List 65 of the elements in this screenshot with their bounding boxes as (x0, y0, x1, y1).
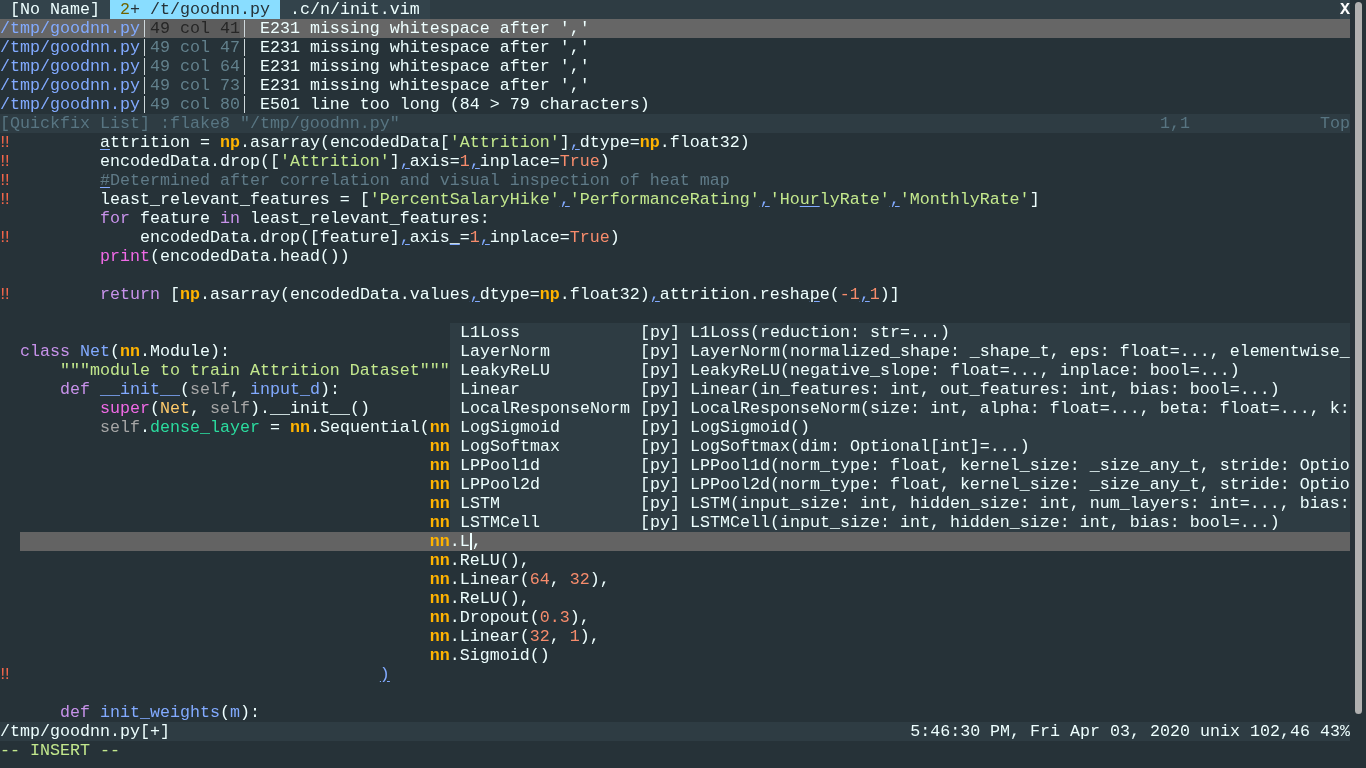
quickfix-title: [Quickfix List] :flake8 "/tmp/goodnn.py" (0, 114, 401, 133)
quickfix-entry[interactable]: /tmp/goodnn.py 49 col 64 E231 missing whitespace after ',' (0, 57, 1350, 76)
completion-item[interactable]: LogSigmoid [py] LogSigmoid() (450, 418, 1350, 437)
cursor-position: 1,1 (1160, 114, 1191, 133)
code-line: nn (429, 494, 450, 513)
code-line: for feature in least_relevant_features: (99, 209, 490, 228)
code-line: nn.Dropout(0.3), (429, 608, 590, 627)
code-line: ) (379, 665, 390, 684)
error-sign: ‼ (0, 133, 10, 152)
completion-item[interactable]: LocalResponseNorm [py] LocalResponseNorm(size: int, alpha: float=..., beta: float=..., k: (450, 399, 1350, 418)
tab[interactable]: 2+ /t/goodnn.py (109, 0, 280, 19)
cursor-position: 102,46 (1250, 722, 1310, 741)
quickfix-entry[interactable]: /tmp/goodnn.py 49 col 73 E231 missing whitespace after ',' (0, 76, 1350, 95)
tab[interactable]: .c/n/init.vim (279, 0, 430, 19)
completion-item[interactable]: LSTMCell [py] LSTMCell(input_size: int, hidden_size: int, bias: bool=...) (450, 513, 1350, 532)
code-line: nn (429, 437, 450, 456)
code-line: print(encodedData.head()) (99, 247, 350, 266)
code-line: def __init__(self, input_d): (60, 380, 340, 399)
code-line: , (471, 532, 482, 551)
tab[interactable]: [No Name] (0, 0, 110, 19)
code-line: nn.Linear(64, 32), (429, 570, 610, 589)
error-sign: ‼ (0, 665, 10, 684)
completion-item[interactable]: LeakyReLU [py] LeakyReLU(negative_slope: float=..., inplace: bool=...) (450, 361, 1350, 380)
completion-item[interactable]: Linear [py] Linear(in_features: int, out_features: int, bias: bool=...) (450, 380, 1350, 399)
date-time: 5:46:30 PM, Fri Apr 03, 2020 (910, 722, 1191, 741)
code-line: nn.Sigmoid() (429, 646, 550, 665)
code-line: self.dense_layer = nn.Sequential(nn (99, 418, 450, 437)
code-line: nn.L (429, 532, 470, 551)
code-line: super(Net, self).__init__() (99, 399, 370, 418)
quickfix-entry[interactable]: /tmp/goodnn.py 49 col 80 E501 line too long (84 > 79 characters) (0, 95, 1350, 114)
error-sign: ‼ (0, 285, 10, 304)
file-format: unix (1200, 722, 1240, 741)
scroll-position: Top (1320, 114, 1350, 133)
code-line: return [np.asarray(encodedData.values,dtype=np.float32),attrition.reshape(-1,1)] (99, 285, 900, 304)
scrollbar-thumb[interactable] (1355, 2, 1362, 714)
error-sign: ‼ (0, 152, 10, 171)
completion-item[interactable]: L1Loss [py] L1Loss(reduction: str=...) (450, 323, 1350, 342)
code-line: """module to train Attrition Dataset""" (60, 361, 450, 380)
error-sign: ‼ (0, 190, 10, 209)
code-line: attrition = np.asarray(encodedData['Attrition'],dtype=np.float32) (99, 133, 750, 152)
code-line: least_relevant_features = ['PercentSalaryHike','PerformanceRating','HourlyRate','MonthlyRate'] (99, 190, 1040, 209)
code-line: class Net(nn.Module): (20, 342, 230, 361)
error-sign: ‼ (0, 228, 10, 247)
code-line: encodedData.drop(['Attrition'],axis=1,inplace=True) (99, 152, 610, 171)
completion-item[interactable]: LPPool2d [py] LPPool2d(norm_type: float, kernel_size: _size_any_t, stride: Optio (450, 475, 1350, 494)
scroll-percent: 43% (1320, 722, 1350, 741)
code-line: nn (429, 456, 450, 475)
completion-item[interactable]: LPPool1d [py] LPPool1d(norm_type: float, kernel_size: _size_any_t, stride: Optio (450, 456, 1350, 475)
completion-item[interactable]: LayerNorm [py] LayerNorm(normalized_shape: _shape_t, eps: float=..., elementwise_ (450, 342, 1350, 361)
completion-item[interactable]: LogSoftmax [py] LogSoftmax(dim: Optional[int]=...) (450, 437, 1350, 456)
code-line: nn.ReLU(), (429, 551, 530, 570)
close-button[interactable]: X (1340, 0, 1350, 19)
code-line: nn (429, 513, 450, 532)
code-line: nn (429, 475, 450, 494)
completion-item[interactable]: LSTM [py] LSTM(input_size: int, hidden_size: int, num_layers: int=..., bias: (450, 494, 1350, 513)
quickfix-entry[interactable]: /tmp/goodnn.py 49 col 47 E231 missing whitespace after ',' (0, 38, 1350, 57)
code-line: def init_weights(m): (60, 703, 260, 722)
code-line: nn.Linear(32, 1), (429, 627, 600, 646)
text-cursor (469, 533, 472, 550)
code-line: #Determined after correlation and visual inspection of heat map (99, 171, 730, 190)
mode-indicator: -- INSERT -- (0, 741, 120, 760)
file-name: /tmp/goodnn.py[+] (0, 722, 170, 741)
code-line: encodedData.drop([feature],axis_=1,inplace=True) (139, 228, 620, 247)
error-sign: ‼ (0, 171, 10, 190)
code-line: nn.ReLU(), (429, 589, 530, 608)
